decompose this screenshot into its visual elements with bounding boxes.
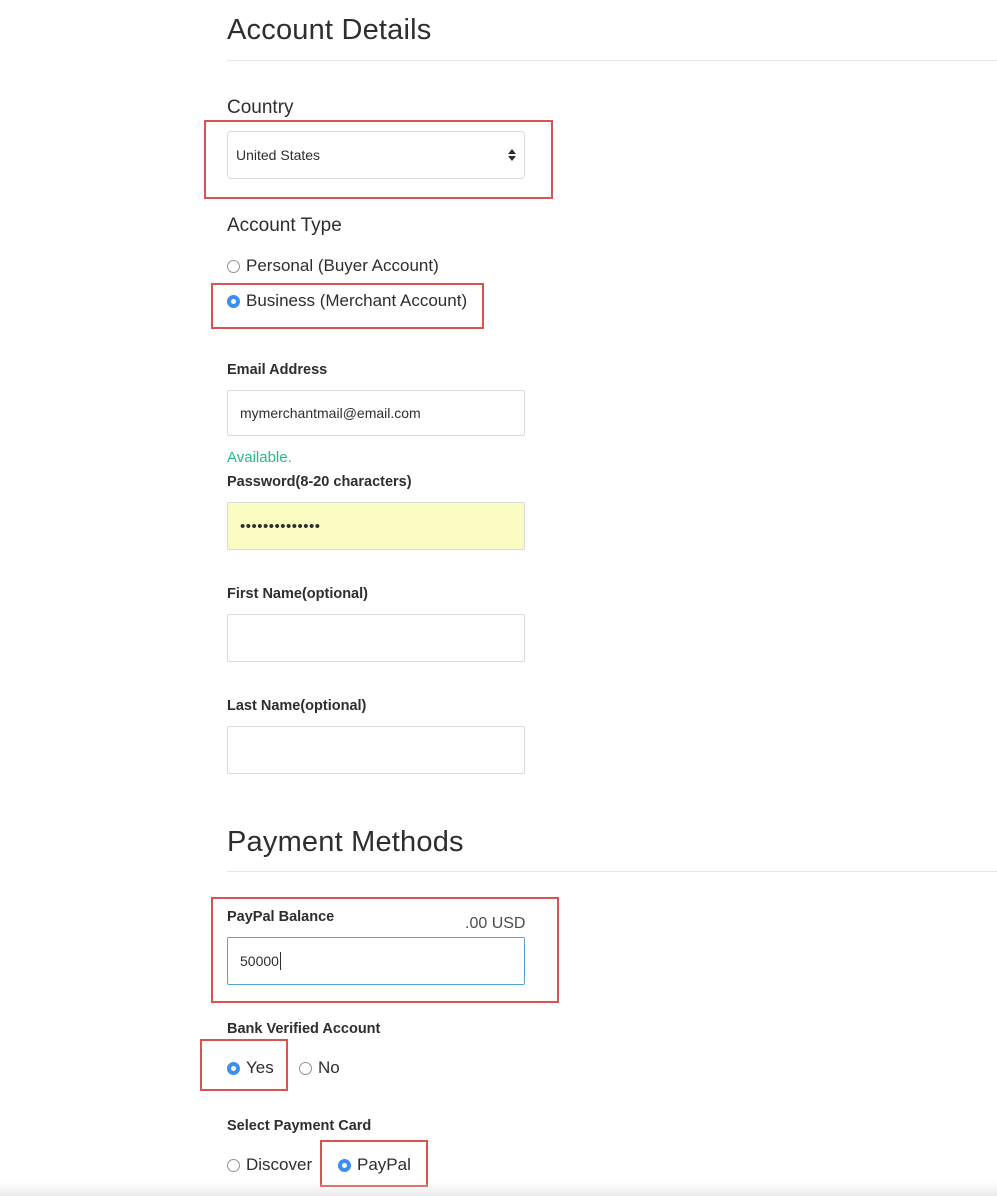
- paypal-balance-suffix: .00 USD: [465, 915, 526, 932]
- radio-business[interactable]: [227, 294, 240, 308]
- account-form-page: Account Details Country United States Ac…: [0, 0, 997, 1196]
- radio-card-paypal[interactable]: [338, 1158, 351, 1172]
- payment-card-label: Select Payment Card: [227, 1118, 372, 1134]
- paypal-balance-label: PayPal Balance: [227, 909, 335, 925]
- text-caret: [279, 952, 281, 970]
- last-name-label: Last Name(optional): [227, 698, 367, 714]
- country-select[interactable]: United States: [227, 131, 525, 179]
- radio-bank-yes[interactable]: [227, 1061, 240, 1075]
- bank-verified-yes-label: Yes: [246, 1058, 274, 1077]
- select-arrows-icon: [508, 149, 516, 161]
- account-type-business-option[interactable]: Business (Merchant Account): [227, 291, 467, 311]
- bank-verified-no-option[interactable]: No: [299, 1058, 340, 1078]
- email-field[interactable]: mymerchantmail@email.com: [227, 390, 525, 436]
- account-type-personal-label: Personal (Buyer Account): [246, 256, 439, 275]
- country-select-value: United States: [236, 147, 321, 163]
- email-label: Email Address: [227, 362, 328, 378]
- payment-card-discover-label: Discover: [246, 1155, 313, 1174]
- bank-verified-no-label: No: [318, 1058, 340, 1077]
- radio-card-discover[interactable]: [227, 1158, 240, 1172]
- account-type-label: Account Type: [227, 215, 342, 236]
- paypal-balance-input[interactable]: 50000: [227, 937, 525, 985]
- bottom-fade: [0, 1182, 997, 1196]
- radio-personal[interactable]: [227, 259, 240, 273]
- first-name-label: First Name(optional): [227, 586, 368, 602]
- payment-methods-title: Payment Methods: [227, 826, 464, 858]
- password-label: Password(8-20 characters): [227, 474, 412, 490]
- password-field[interactable]: ••••••••••••••: [227, 502, 525, 550]
- account-type-personal-option[interactable]: Personal (Buyer Account): [227, 256, 439, 276]
- email-available-status: Available.: [227, 449, 292, 466]
- bank-verified-label: Bank Verified Account: [227, 1021, 381, 1037]
- payment-card-discover-option[interactable]: Discover: [227, 1155, 312, 1175]
- account-details-title: Account Details: [227, 14, 432, 46]
- account-type-business-label: Business (Merchant Account): [246, 291, 468, 310]
- password-field-value: ••••••••••••••: [240, 517, 321, 535]
- paypal-balance-value: 50000: [240, 953, 279, 969]
- first-name-field[interactable]: [227, 614, 525, 662]
- account-details-divider: [227, 60, 997, 61]
- payment-card-paypal-option[interactable]: PayPal: [338, 1155, 411, 1175]
- payment-methods-divider: [227, 871, 997, 872]
- radio-bank-no[interactable]: [299, 1061, 312, 1075]
- email-field-value: mymerchantmail@email.com: [240, 405, 421, 421]
- payment-card-paypal-label: PayPal: [357, 1155, 411, 1174]
- bank-verified-yes-option[interactable]: Yes: [227, 1058, 274, 1078]
- last-name-field[interactable]: [227, 726, 525, 774]
- country-label: Country: [227, 97, 294, 118]
